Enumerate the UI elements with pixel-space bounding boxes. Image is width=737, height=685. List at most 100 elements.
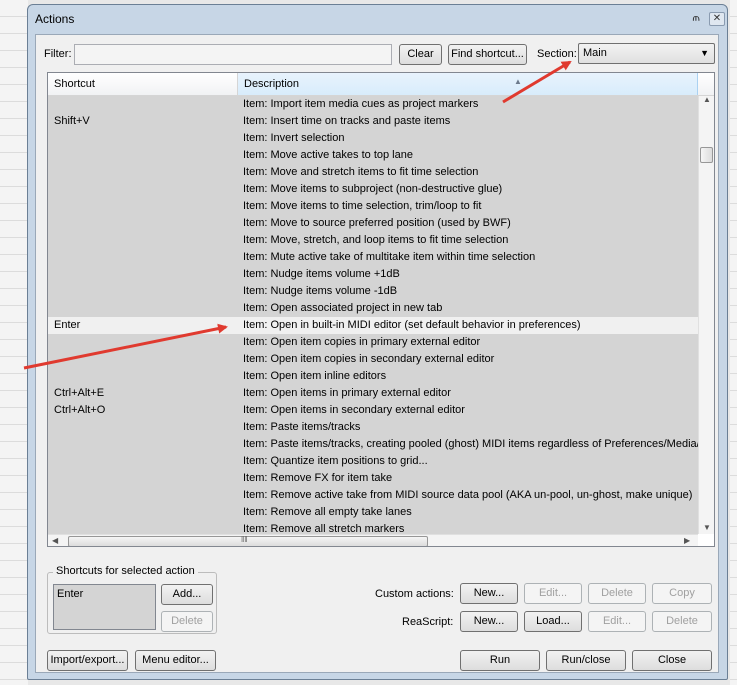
sort-ascending-icon: ▲: [514, 77, 522, 86]
description-cell: Item: Insert time on tracks and paste it…: [243, 115, 451, 127]
description-cell: Item: Move, stretch, and loop items to f…: [243, 234, 509, 246]
table-row[interactable]: Item: Move active takes to top lane: [48, 147, 698, 164]
scroll-up-icon[interactable]: ▲: [703, 95, 711, 104]
chevron-down-icon: ▼: [700, 48, 709, 58]
table-row[interactable]: Enter Item: Open in built-in MIDI editor …: [48, 317, 698, 334]
shortcut-cell: Ctrl+Alt+E: [54, 387, 105, 399]
description-cell: Item: Open in built-in MIDI editor (set …: [243, 319, 581, 331]
vertical-scroll-thumb[interactable]: [700, 147, 713, 163]
title-bar[interactable]: Actions ⫙ ✕: [28, 5, 727, 31]
section-select-value: Main: [583, 47, 607, 59]
close-button[interactable]: Close: [632, 650, 712, 671]
dialog-client: Filter: Clear Find shortcut... Section: …: [35, 34, 719, 673]
grip-icon: ‖‖: [241, 535, 248, 544]
background-app-strip-right: [730, 0, 737, 685]
table-row[interactable]: Item: Open associated project in new tab: [48, 300, 698, 317]
reascript-edit-button[interactable]: Edit...: [588, 611, 646, 632]
reascript-new-button[interactable]: New...: [460, 611, 518, 632]
description-cell: Item: Open item inline editors: [243, 370, 387, 382]
list-item[interactable]: Enter: [57, 588, 83, 600]
description-cell: Item: Move and stretch items to fit time…: [243, 166, 479, 178]
table-row[interactable]: Item: Remove all empty take lanes: [48, 504, 698, 521]
find-shortcut-button[interactable]: Find shortcut...: [448, 44, 527, 65]
table-row[interactable]: Item: Move items to subproject (non-dest…: [48, 181, 698, 198]
description-cell: Item: Open items in secondary external e…: [243, 404, 465, 416]
description-cell: Item: Paste items/tracks, creating poole…: [243, 438, 698, 450]
reascript-delete-button[interactable]: Delete: [652, 611, 712, 632]
custom-delete-button[interactable]: Delete: [588, 583, 646, 604]
description-cell: Item: Move items to subproject (non-dest…: [243, 183, 503, 195]
description-cell: Item: Mute active take of multitake item…: [243, 251, 536, 263]
table-row[interactable]: Item: Remove all stretch markers: [48, 521, 698, 534]
custom-copy-button[interactable]: Copy: [652, 583, 712, 604]
description-cell: Item: Open item copies in secondary exte…: [243, 353, 495, 365]
vertical-scrollbar[interactable]: ▲ ▼: [698, 95, 714, 534]
list-rows: Item: Import item media cues as project …: [48, 96, 698, 534]
table-row[interactable]: Item: Import item media cues as project …: [48, 96, 698, 113]
description-cell: Item: Quantize item positions to grid...: [243, 455, 428, 467]
shortcut-cell: Shift+V: [54, 115, 90, 127]
table-row[interactable]: Item: Paste items/tracks, creating poole…: [48, 436, 698, 453]
description-cell: Item: Open associated project in new tab: [243, 302, 443, 314]
custom-new-button[interactable]: New...: [460, 583, 518, 604]
table-row[interactable]: Item: Paste items/tracks: [48, 419, 698, 436]
run-button[interactable]: Run: [460, 650, 540, 671]
table-row[interactable]: Item: Nudge items volume +1dB: [48, 266, 698, 283]
run-close-button[interactable]: Run/close: [546, 650, 626, 671]
scroll-right-icon[interactable]: ▶: [684, 536, 690, 545]
description-cell: Item: Open items in primary external edi…: [243, 387, 451, 399]
actions-window: Actions ⫙ ✕ Filter: Clear Find shortcut.…: [27, 4, 728, 680]
column-header-shortcut[interactable]: Shortcut: [48, 73, 237, 95]
filter-label: Filter:: [44, 48, 72, 60]
table-row[interactable]: Item: Move, stretch, and loop items to f…: [48, 232, 698, 249]
list-header: Shortcut Description ▲: [48, 73, 714, 96]
table-row[interactable]: Item: Move to source preferred position …: [48, 215, 698, 232]
add-shortcut-button[interactable]: Add...: [161, 584, 213, 605]
table-row[interactable]: Item: Invert selection: [48, 130, 698, 147]
description-cell: Item: Remove active take from MIDI sourc…: [243, 489, 693, 501]
table-row[interactable]: Ctrl+Alt+E Item: Open items in primary ex…: [48, 385, 698, 402]
description-cell: Item: Move active takes to top lane: [243, 149, 413, 161]
table-row[interactable]: Item: Move and stretch items to fit time…: [48, 164, 698, 181]
table-row[interactable]: Item: Open item copies in primary extern…: [48, 334, 698, 351]
pin-icon[interactable]: ⫙: [688, 12, 704, 26]
table-row[interactable]: Ctrl+Alt+O Item: Open items in secondary …: [48, 402, 698, 419]
table-row[interactable]: Item: Remove active take from MIDI sourc…: [48, 487, 698, 504]
close-icon[interactable]: ✕: [709, 12, 725, 26]
table-row[interactable]: Item: Nudge items volume -1dB: [48, 283, 698, 300]
shortcuts-group-title: Shortcuts for selected action: [53, 565, 198, 577]
description-cell: Item: Import item media cues as project …: [243, 98, 479, 110]
selected-action-shortcuts-list[interactable]: Enter: [53, 584, 156, 630]
table-row[interactable]: Item: Move items to time selection, trim…: [48, 198, 698, 215]
section-select[interactable]: Main ▼: [578, 43, 715, 64]
description-cell: Item: Remove all empty take lanes: [243, 506, 412, 518]
table-row[interactable]: Item: Quantize item positions to grid...: [48, 453, 698, 470]
import-export-button[interactable]: Import/export...: [47, 650, 128, 671]
table-row[interactable]: Item: Mute active take of multitake item…: [48, 249, 698, 266]
horizontal-scrollbar[interactable]: ◀ ‖‖ ▶: [48, 534, 698, 546]
window-title: Actions: [35, 12, 75, 26]
scroll-left-icon[interactable]: ◀: [52, 536, 58, 545]
custom-actions-label: Custom actions:: [375, 588, 454, 600]
custom-edit-button[interactable]: Edit...: [524, 583, 582, 604]
reascript-label: ReaScript:: [402, 616, 454, 628]
clear-button[interactable]: Clear: [399, 44, 442, 65]
description-cell: Item: Nudge items volume +1dB: [243, 268, 400, 280]
shortcut-cell: Ctrl+Alt+O: [54, 404, 106, 416]
section-label: Section:: [537, 48, 577, 60]
shortcut-cell: Enter: [54, 319, 81, 331]
column-header-description[interactable]: Description ▲: [237, 73, 698, 95]
scroll-down-icon[interactable]: ▼: [703, 523, 711, 532]
filter-input[interactable]: [74, 44, 392, 65]
table-row[interactable]: Shift+V Item: Insert time on tracks and p…: [48, 113, 698, 130]
table-row[interactable]: Item: Remove FX for item take: [48, 470, 698, 487]
table-row[interactable]: Item: Open item copies in secondary exte…: [48, 351, 698, 368]
description-cell: Item: Invert selection: [243, 132, 345, 144]
delete-shortcut-button[interactable]: Delete: [161, 611, 213, 632]
table-row[interactable]: Item: Open item inline editors: [48, 368, 698, 385]
menu-editor-button[interactable]: Menu editor...: [135, 650, 216, 671]
actions-list[interactable]: Shortcut Description ▲ Item: Import item…: [47, 72, 715, 547]
reascript-load-button[interactable]: Load...: [524, 611, 582, 632]
description-cell: Item: Paste items/tracks: [243, 421, 361, 433]
horizontal-scroll-thumb[interactable]: ‖‖: [68, 535, 428, 546]
